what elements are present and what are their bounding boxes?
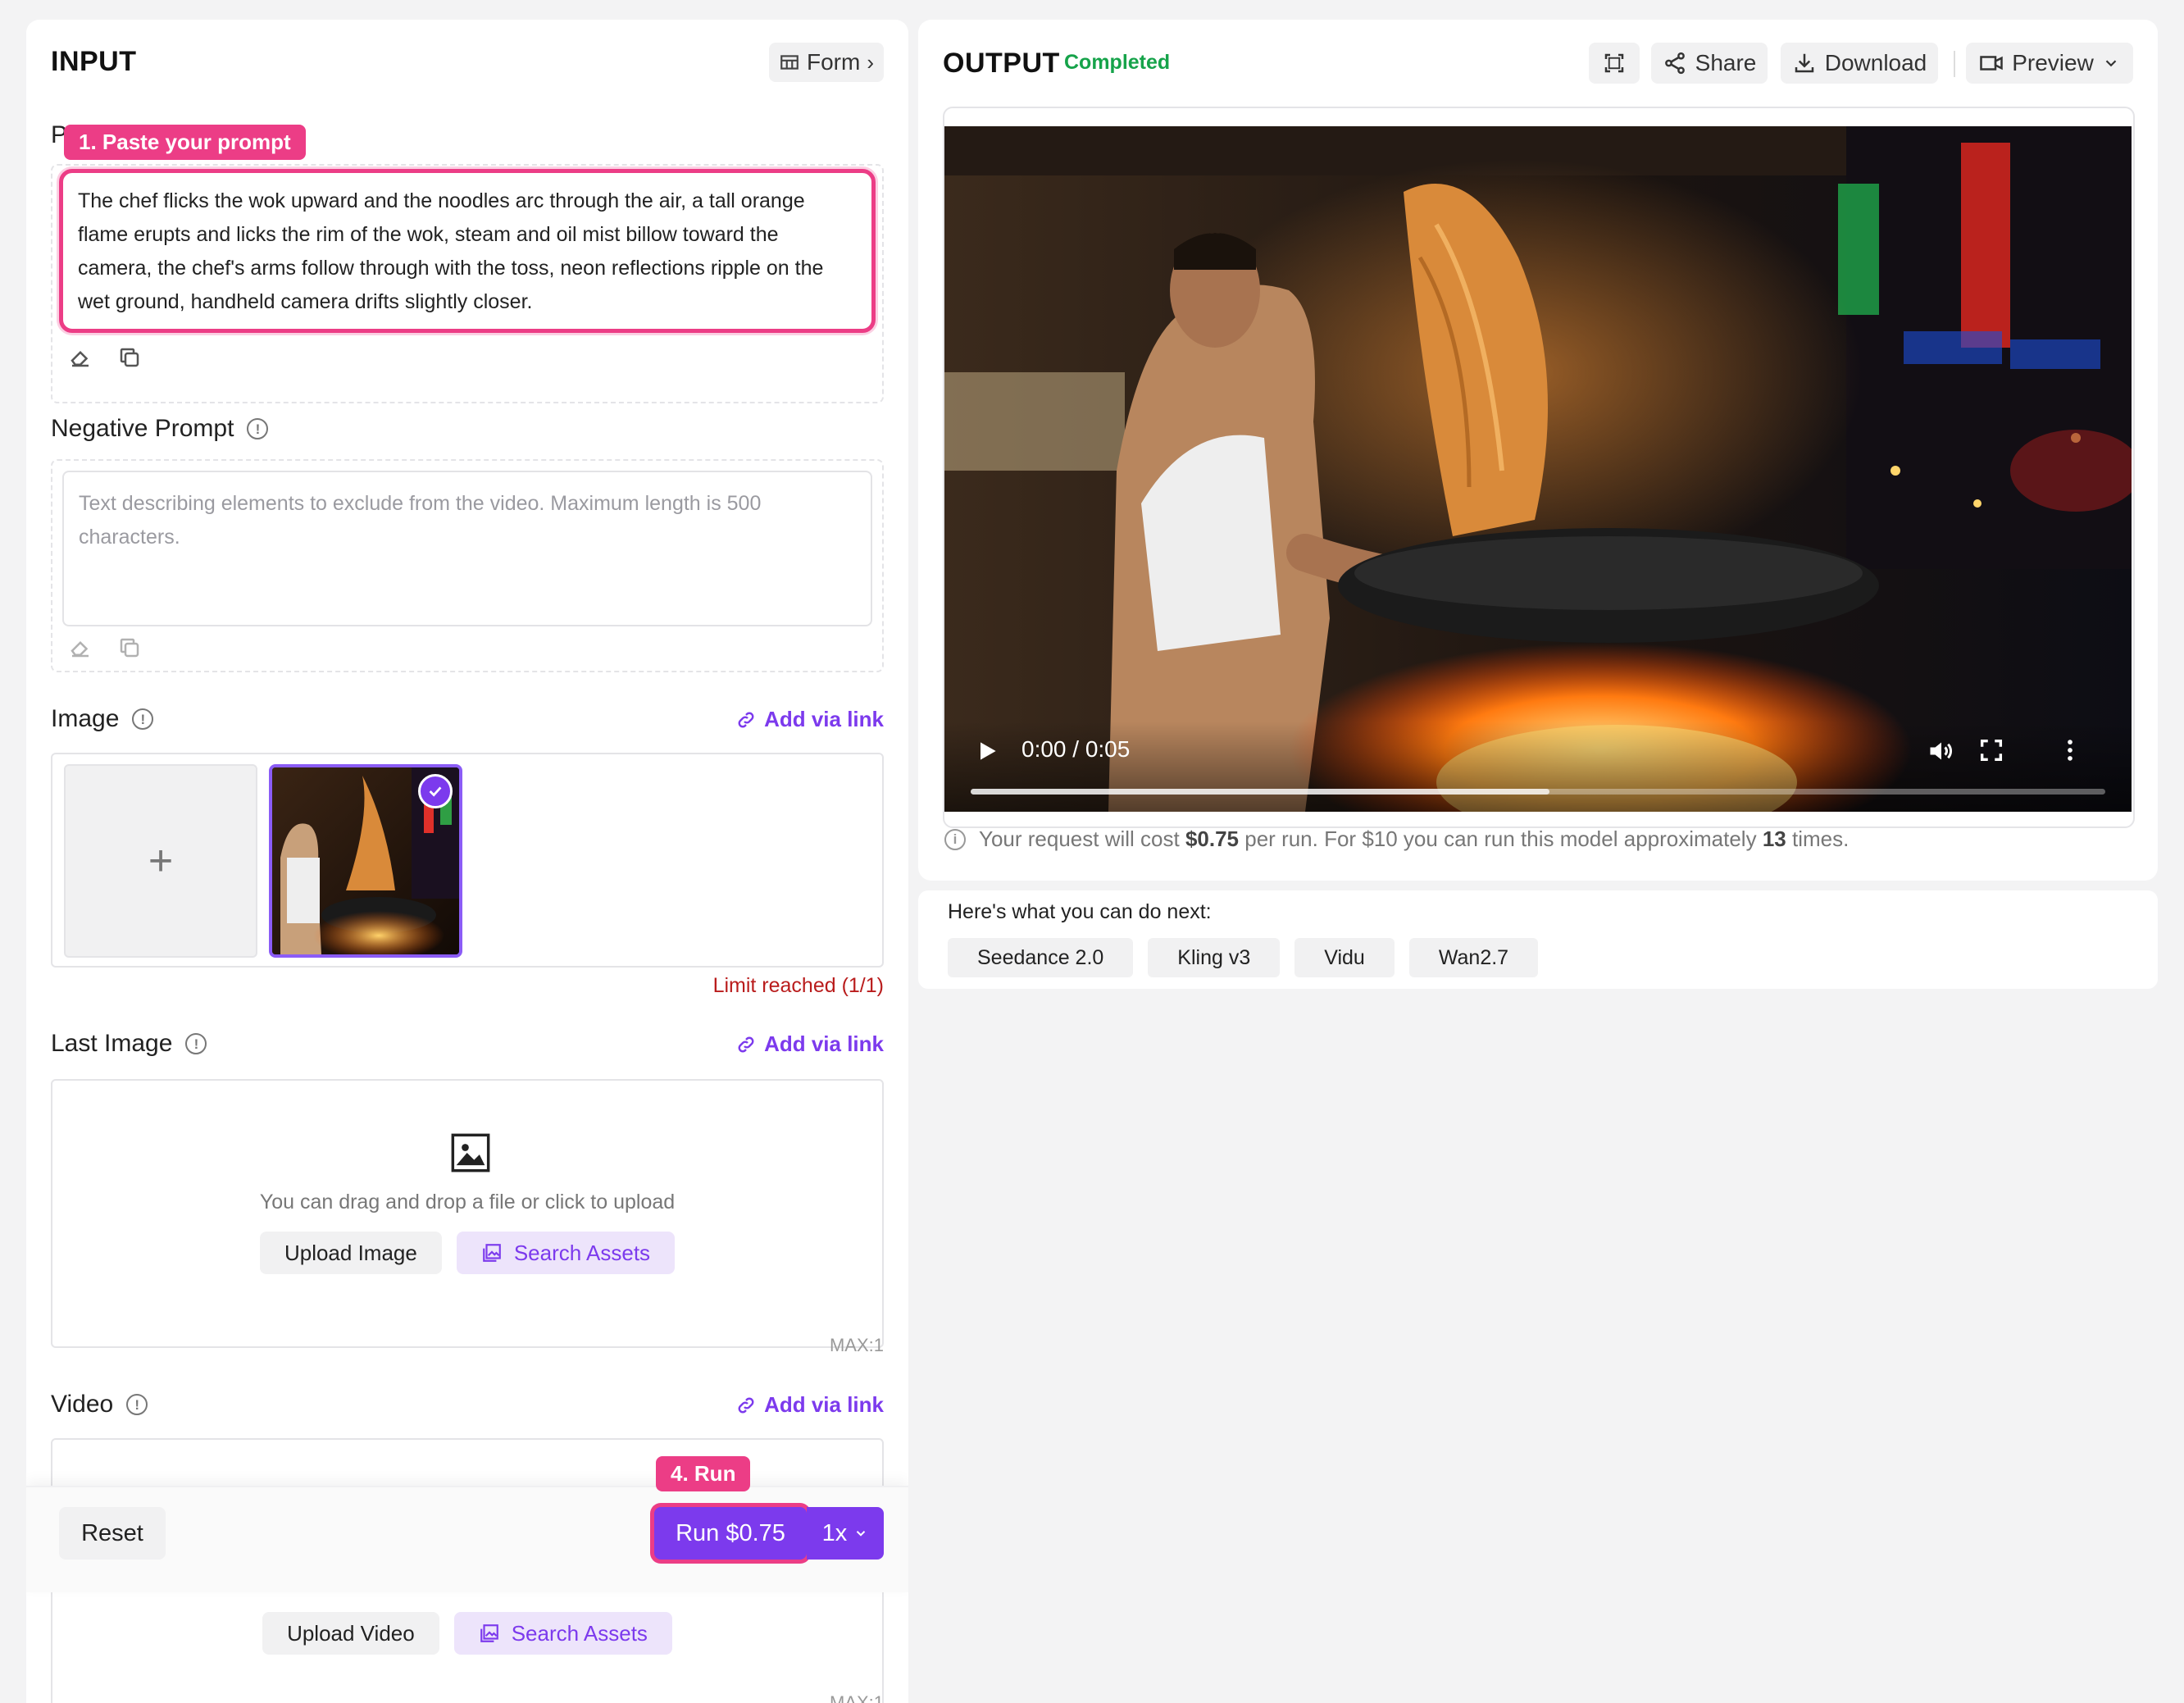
eraser-icon[interactable] (67, 635, 93, 661)
last-image-drop-text: You can drag and drop a file or click to… (259, 1191, 676, 1214)
download-button[interactable]: Download (1781, 43, 1938, 84)
step-badge-run: 4. Run (656, 1456, 751, 1491)
prompt-textarea[interactable]: The chef flicks the wok upward and the n… (59, 169, 876, 333)
upload-image-button[interactable]: Upload Image (259, 1232, 442, 1274)
chevron-right-icon: › (867, 49, 874, 75)
video-camera-icon (1980, 56, 2003, 71)
info-icon[interactable]: ! (185, 1033, 207, 1054)
cost-note: i Your request will cost $0.75 per run. … (944, 826, 1849, 852)
chevron-down-icon (2105, 60, 2117, 67)
video-time: 0:00 / 0:05 (1021, 736, 1131, 762)
step-badge-paste-prompt: 1. Paste your prompt (64, 125, 306, 160)
street-food-video-frame (944, 126, 2132, 812)
next-steps-title: Here's what you can do next: (948, 900, 1212, 923)
input-title: INPUT (51, 46, 137, 77)
model-chip-vidu[interactable]: Vidu (1294, 938, 1395, 977)
link-icon (738, 1036, 754, 1052)
run-multiplier-select[interactable]: 1x (807, 1507, 884, 1560)
info-icon[interactable]: ! (132, 708, 154, 730)
volume-icon[interactable] (1927, 736, 1956, 766)
image-label: Image ! (51, 705, 154, 733)
info-icon[interactable]: ! (126, 1394, 148, 1415)
last-image-upload-area[interactable]: You can drag and drop a file or click to… (51, 1079, 884, 1348)
run-count: 13 (1762, 826, 1786, 851)
info-icon: i (944, 828, 966, 850)
reset-button[interactable]: Reset (59, 1507, 166, 1560)
video-add-via-link[interactable]: Add via link (736, 1392, 884, 1418)
video-progress-fill (971, 789, 1549, 795)
output-panel: OUTPUT Completed Share Download Preview (918, 20, 2158, 881)
cost-price: $0.75 (1185, 826, 1240, 851)
output-title: OUTPUT (943, 48, 1060, 79)
negative-prompt-label: Negative Prompt ! (51, 415, 269, 443)
negative-prompt-tools (67, 635, 143, 661)
run-button[interactable]: Run $0.75 (654, 1507, 807, 1560)
plus-icon: + (148, 837, 174, 885)
eraser-icon[interactable] (67, 344, 93, 371)
next-steps-panel: Here's what you can do next: Seedance 2.… (918, 890, 2158, 989)
model-chip-seedance[interactable]: Seedance 2.0 (948, 938, 1134, 977)
prompt-tools (67, 344, 143, 371)
image-upload-area: + (51, 753, 884, 968)
preview-select[interactable]: Preview (1966, 43, 2133, 84)
last-image-add-via-link[interactable]: Add via link (736, 1031, 884, 1057)
share-icon (1664, 52, 1685, 75)
form-view-label: Form (807, 49, 861, 75)
more-options-icon[interactable] (2056, 736, 2084, 764)
fullscreen-button[interactable] (1589, 43, 1640, 84)
form-view-toggle[interactable]: Form › (769, 43, 884, 82)
download-icon (1795, 53, 1813, 73)
info-icon[interactable]: ! (247, 418, 269, 439)
image-add-via-link[interactable]: Add via link (736, 707, 884, 732)
selected-check-icon (418, 774, 453, 808)
image-limit-text: Limit reached (1/1) (712, 974, 884, 997)
model-chip-wan[interactable]: Wan2.7 (1408, 938, 1539, 977)
video-controls: 0:00 / 0:05 (944, 722, 2132, 812)
last-image-max-label: MAX:1 (829, 1335, 884, 1355)
input-panel: INPUT Form › P 1. Paste your prompt The … (26, 20, 908, 1703)
model-chip-kling[interactable]: Kling v3 (1148, 938, 1281, 977)
fullscreen-icon[interactable] (1977, 736, 2005, 764)
model-chips: Seedance 2.0 Kling v3 Vidu Wan2.7 (948, 938, 1539, 977)
video-label: Video ! (51, 1391, 148, 1418)
action-footer: Reset Run $0.75 1x (26, 1486, 908, 1592)
gallery-icon (480, 1624, 498, 1642)
status-badge: Completed (1064, 51, 1171, 74)
share-button[interactable]: Share (1651, 43, 1768, 84)
link-icon (738, 1397, 754, 1413)
image-icon (451, 1133, 490, 1173)
link-icon (738, 712, 754, 727)
chevron-down-icon (857, 1531, 866, 1537)
negative-prompt-textarea[interactable]: Text describing elements to exclude from… (62, 471, 872, 626)
search-assets-button[interactable]: Search Assets (453, 1612, 672, 1655)
video-max-label: MAX:1 (829, 1692, 884, 1703)
image-thumbnail[interactable] (269, 764, 462, 958)
play-icon[interactable] (974, 738, 1000, 764)
video-progress-bar[interactable] (971, 789, 2105, 795)
expand-icon (1604, 53, 1624, 73)
table-icon (780, 55, 799, 70)
toolbar-divider (1954, 51, 1955, 77)
copy-icon[interactable] (116, 635, 143, 661)
add-image-tile[interactable]: + (64, 764, 257, 958)
search-assets-button[interactable]: Search Assets (456, 1232, 676, 1274)
last-image-label: Last Image ! (51, 1030, 207, 1058)
gallery-icon (483, 1244, 501, 1262)
upload-video-button[interactable]: Upload Video (262, 1612, 439, 1655)
video-player[interactable]: 0:00 / 0:05 (944, 126, 2132, 812)
copy-icon[interactable] (116, 344, 143, 371)
